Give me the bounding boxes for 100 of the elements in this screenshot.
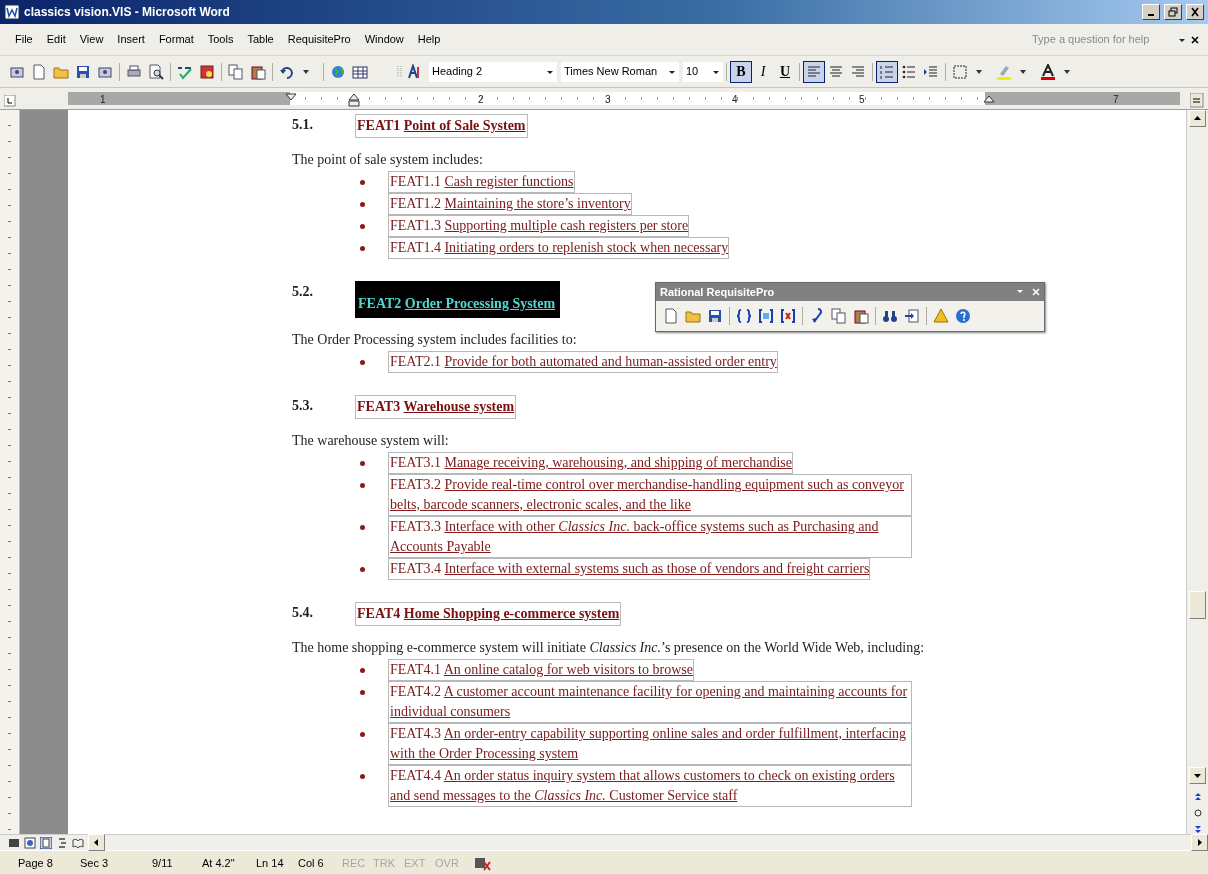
normal-view-icon[interactable] xyxy=(8,836,20,849)
align-left-icon xyxy=(806,63,822,80)
section-number: 5.4. xyxy=(292,604,314,622)
save-icon[interactable] xyxy=(707,308,723,324)
font-color-icon[interactable] xyxy=(1040,63,1056,80)
bullet-icon xyxy=(360,202,365,207)
requirement-text: FEAT3.1 Manage receiving, warehousing, and shipping of merchandise xyxy=(388,452,793,474)
menu-item[interactable]: Table xyxy=(240,29,281,50)
scroll-up-button[interactable] xyxy=(1189,110,1206,127)
printer-icon[interactable] xyxy=(126,63,142,80)
new-document-icon[interactable] xyxy=(31,63,47,80)
import-icon[interactable] xyxy=(904,308,920,324)
bracketed-cross-icon[interactable] xyxy=(780,308,796,324)
print-layout-icon[interactable] xyxy=(40,836,52,849)
braces-icon[interactable] xyxy=(736,308,752,324)
bracketed-image-icon[interactable] xyxy=(758,308,774,324)
format-button[interactable]: I xyxy=(752,60,774,83)
new-document-icon[interactable] xyxy=(663,308,679,324)
center-icon xyxy=(828,63,844,80)
view-ruler-icon[interactable] xyxy=(1190,92,1204,108)
menu-item[interactable]: Format xyxy=(151,29,201,50)
menu-item[interactable]: Window xyxy=(357,29,411,50)
help-icon[interactable] xyxy=(955,308,971,324)
open-folder-icon[interactable] xyxy=(685,308,701,324)
minimize-icon xyxy=(1148,14,1154,16)
table-icon[interactable] xyxy=(352,63,368,80)
numbering-icon xyxy=(879,63,895,80)
ruler-number: 1 xyxy=(100,93,106,107)
spelling-status-icon[interactable] xyxy=(474,856,492,873)
status-field: 9/11 xyxy=(152,855,202,872)
status-field: Sec 3 xyxy=(80,855,152,872)
menu-item[interactable]: Edit xyxy=(39,29,73,50)
copy-icon[interactable] xyxy=(831,308,847,324)
menu-item[interactable]: Insert xyxy=(110,29,152,50)
save-icon[interactable] xyxy=(75,63,91,80)
scroll-down-button[interactable] xyxy=(1189,767,1206,784)
left-indent-icon[interactable] xyxy=(348,93,360,108)
bullet-icon xyxy=(360,567,365,572)
bullet-icon xyxy=(360,246,365,251)
web-layout-icon[interactable] xyxy=(24,836,36,849)
vertical-scrollbar[interactable] xyxy=(1186,110,1208,834)
section-number: 5.2. xyxy=(292,283,314,301)
pyramid-icon[interactable] xyxy=(933,308,949,324)
requirement-text: FEAT3.3 Interface with other Classics Inc. back-office systems such as Purchasing and Accounts Payable xyxy=(388,516,912,558)
restore-icon xyxy=(1168,7,1178,17)
numbering-button[interactable] xyxy=(876,60,898,83)
requirement-text: FEAT1.2 Maintaining the store’s inventory xyxy=(388,193,632,215)
styles-icon[interactable] xyxy=(406,63,422,80)
restore-button[interactable] xyxy=(1164,4,1182,20)
globe-icon[interactable] xyxy=(330,63,346,80)
ruler-number: 5 xyxy=(859,93,865,107)
pointer-arrow-icon[interactable] xyxy=(809,308,825,324)
close-icon xyxy=(1190,7,1200,17)
bullet-icon xyxy=(360,774,365,779)
reading-layout-icon[interactable] xyxy=(72,836,84,849)
menu-item[interactable]: View xyxy=(72,29,111,50)
border-icon[interactable] xyxy=(952,63,968,80)
section-number: 5.3. xyxy=(292,397,314,415)
requirement-text: FEAT1.4 Initiating orders to replenish stock when necessary xyxy=(388,237,730,259)
copy-icon[interactable] xyxy=(228,63,244,80)
close-document-icon[interactable] xyxy=(1190,34,1200,45)
help-search-field[interactable]: Type a question for help xyxy=(1030,30,1170,49)
ruler-number: 7 xyxy=(1113,93,1119,107)
requirement-text: FEAT2.1 Provide for both automated and human-assisted order entry xyxy=(388,351,778,373)
scrollbar-thumb[interactable] xyxy=(1189,591,1206,619)
bullet-icon xyxy=(360,224,365,229)
section-heading: FEAT3 Warehouse system xyxy=(355,395,517,419)
scroll-left-button[interactable] xyxy=(88,834,105,851)
format-button[interactable]: B xyxy=(730,60,752,83)
format-button[interactable]: U xyxy=(774,60,796,83)
outline-view-icon[interactable] xyxy=(56,836,68,849)
previous-page-icon[interactable] xyxy=(1193,792,1202,801)
font-dropdown[interactable]: Times New Roman xyxy=(561,61,679,82)
menu-item[interactable]: File xyxy=(8,29,40,50)
style-dropdown[interactable]: Heading 2 xyxy=(429,61,557,82)
paragraph: The point of sale system includes: xyxy=(292,151,484,169)
paste-icon[interactable] xyxy=(250,63,266,80)
bullet-icon xyxy=(360,732,365,737)
scroll-right-button[interactable] xyxy=(1191,834,1208,851)
requirement-text: FEAT1.3 Supporting multiple cash registers per store xyxy=(388,215,690,237)
menu-item[interactable]: Help xyxy=(410,29,448,50)
binoculars-icon[interactable] xyxy=(882,308,898,324)
menu-item[interactable]: Tools xyxy=(200,29,241,50)
paragraph: The warehouse system will: xyxy=(292,432,450,450)
print-preview-icon[interactable] xyxy=(148,63,164,80)
paragraph: The home shopping e-commerce system will initiate Classics Inc.’s presence on the World Wide Web, including: xyxy=(292,639,926,657)
section-number: 5.1. xyxy=(292,116,314,134)
window-title: classics vision.VIS - Microsoft Word xyxy=(24,4,231,21)
menu-item[interactable]: RequisitePro xyxy=(280,29,358,50)
tab-stop-icon[interactable] xyxy=(4,95,16,108)
toolbar-title: Rational RequisitePro xyxy=(660,285,776,300)
minimize-button[interactable] xyxy=(1142,4,1160,20)
font-size-dropdown[interactable]: 10 xyxy=(683,61,723,82)
close-icon[interactable] xyxy=(1032,288,1040,296)
clipboard-icon[interactable] xyxy=(853,308,869,324)
paragraph: The Order Processing system includes facilities to: xyxy=(292,331,578,349)
align-left-button[interactable] xyxy=(803,60,825,83)
bullet-icon xyxy=(360,360,365,365)
browse-object-icon[interactable] xyxy=(1193,809,1202,817)
close-button[interactable] xyxy=(1186,4,1204,20)
